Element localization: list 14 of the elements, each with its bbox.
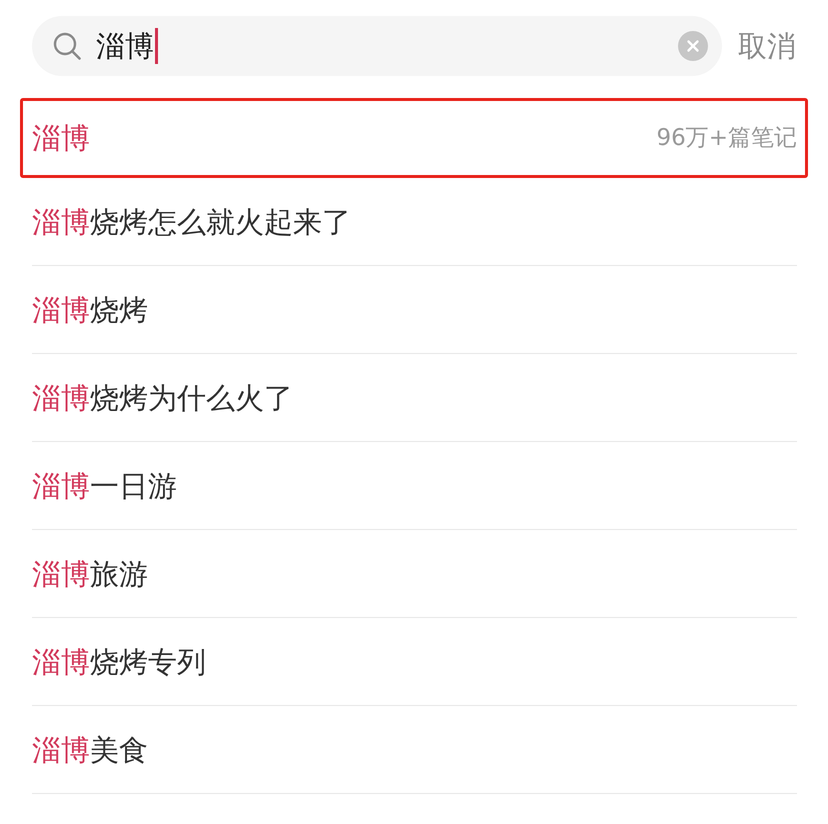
note-count: 96万+篇笔记: [656, 124, 797, 153]
suggestion-item[interactable]: 淄博烧烤专列: [32, 644, 206, 680]
suggestion-item[interactable]: 淄博美食: [32, 732, 148, 768]
suggestion-item[interactable]: 淄博烧烤: [32, 292, 148, 328]
suggestion-item[interactable]: 淄博一日游: [32, 468, 177, 504]
search-query-text: 淄博: [96, 28, 154, 64]
search-field[interactable]: 淄博: [32, 16, 722, 76]
top-result-title[interactable]: 淄博: [32, 120, 90, 156]
text-cursor-icon: [155, 28, 158, 64]
suggestion-item[interactable]: 淄博旅游: [32, 556, 148, 592]
suggestion-item[interactable]: 淄博烧烤为什么火了: [32, 380, 293, 416]
search-icon: [53, 32, 81, 60]
clear-icon[interactable]: [678, 31, 708, 61]
suggestion-item[interactable]: 淄博烧烤怎么就火起来了: [32, 204, 351, 240]
